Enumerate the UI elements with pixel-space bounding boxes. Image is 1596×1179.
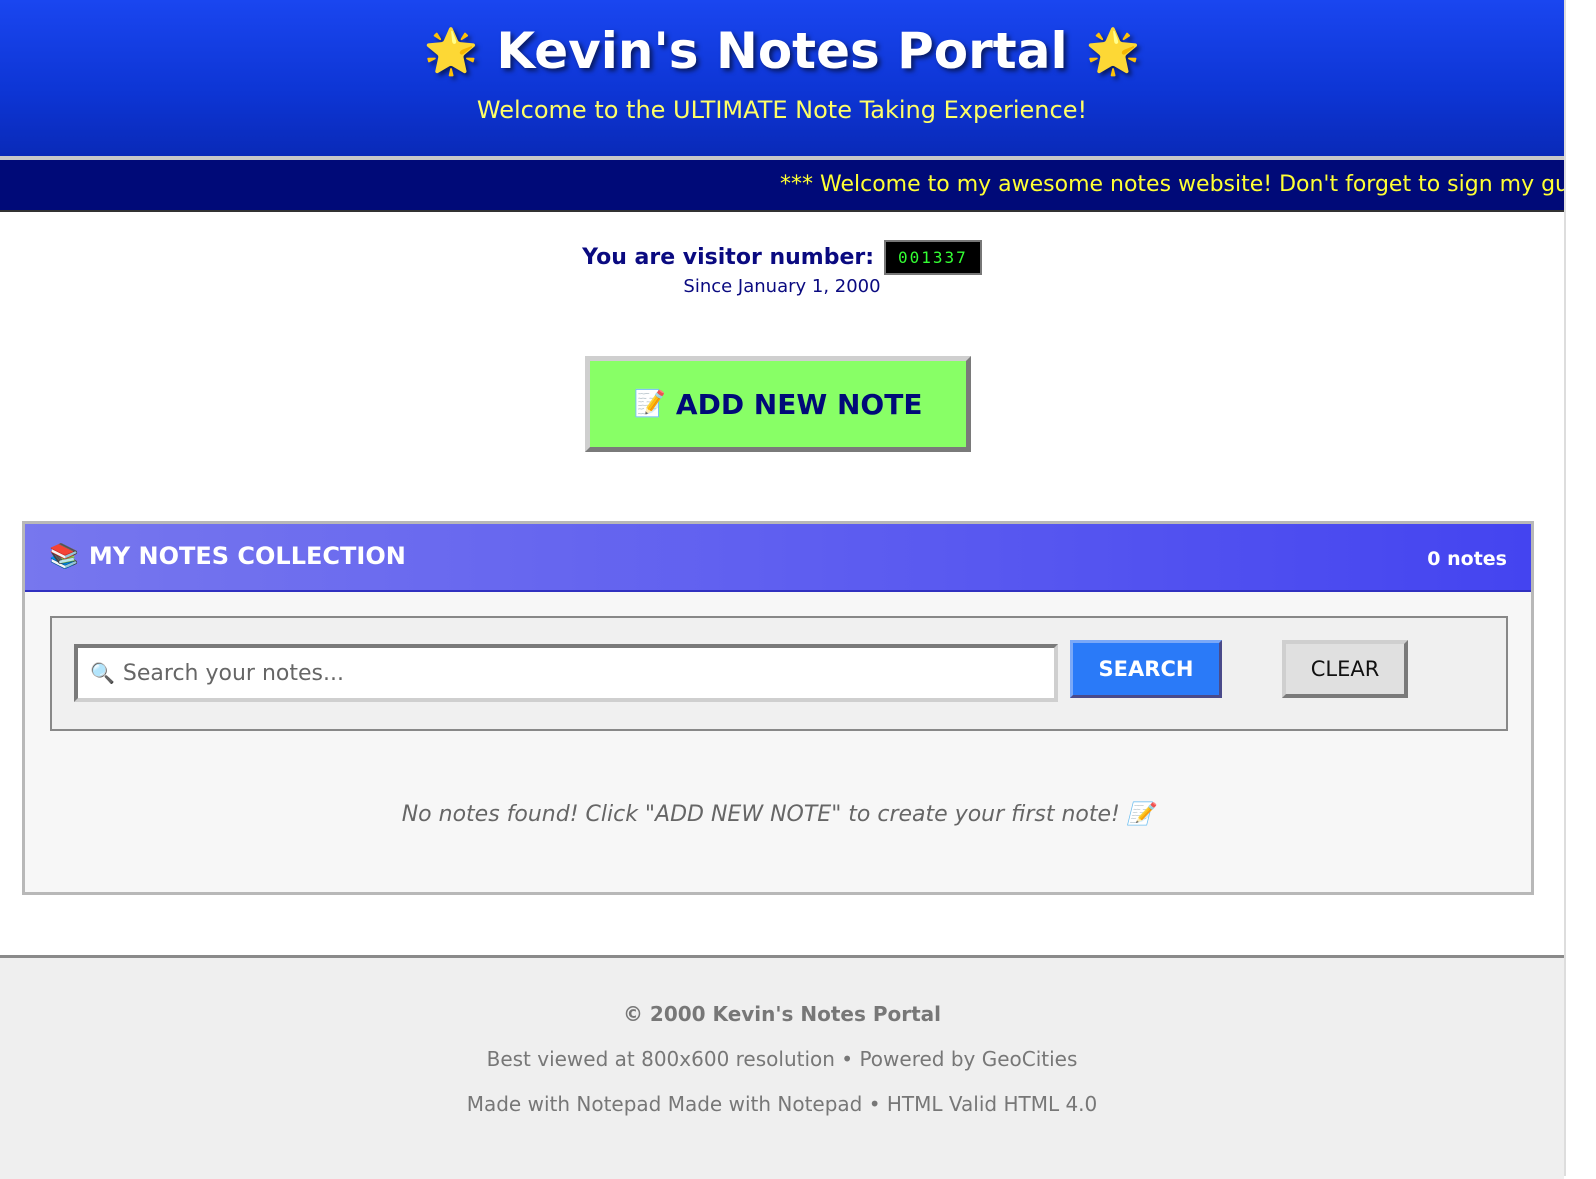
search-button[interactable]: SEARCH	[1070, 640, 1222, 698]
memo-icon: 📝	[633, 389, 666, 419]
notes-count: 0 notes	[1427, 548, 1507, 570]
notes-panel-title-text: MY NOTES COLLECTION	[88, 542, 406, 570]
notes-panel: 📚 MY NOTES COLLECTION 0 notes 🔍 SEARCH C…	[22, 521, 1534, 895]
site-footer: © 2000 Kevin's Notes Portal Best viewed …	[0, 955, 1564, 1179]
page-right-edge	[1564, 0, 1596, 1176]
search-field[interactable]: 🔍	[74, 644, 1058, 702]
star-icon: 🌟	[423, 26, 479, 77]
add-new-note-button[interactable]: 📝 ADD NEW NOTE	[585, 356, 971, 452]
notes-panel-header: 📚 MY NOTES COLLECTION 0 notes	[25, 524, 1531, 592]
visitor-since: Since January 1, 2000	[683, 276, 881, 297]
empty-notes-message: No notes found! Click "ADD NEW NOTE" to …	[401, 802, 1155, 827]
search-icon: 🔍	[90, 661, 115, 685]
notes-panel-title: 📚 MY NOTES COLLECTION	[49, 542, 406, 570]
marquee-text: *** Welcome to my awesome notes website!…	[780, 172, 1564, 197]
search-input[interactable]	[120, 659, 1025, 687]
site-title: 🌟 Kevin's Notes Portal 🌟	[0, 22, 1564, 80]
site-title-text: Kevin's Notes Portal	[496, 22, 1068, 80]
search-box: 🔍 SEARCH CLEAR	[50, 616, 1508, 731]
footer-copyright: © 2000 Kevin's Notes Portal	[622, 1002, 942, 1026]
books-icon: 📚	[49, 542, 79, 570]
visitor-label: You are visitor number:	[582, 245, 875, 270]
star-icon: 🌟	[1085, 26, 1141, 77]
visitor-counter-row: You are visitor number: 001337	[0, 240, 1564, 275]
footer-made-with: Made with Notepad Made with Notepad • HT…	[466, 1092, 1098, 1116]
site-header: 🌟 Kevin's Notes Portal 🌟 Welcome to the …	[0, 0, 1564, 156]
footer-resolution-note: Best viewed at 800x600 resolution • Powe…	[486, 1047, 1078, 1071]
clear-button[interactable]: CLEAR	[1282, 640, 1408, 698]
marquee-banner: *** Welcome to my awesome notes website!…	[0, 160, 1564, 212]
add-new-note-label: ADD NEW NOTE	[675, 387, 923, 421]
visitor-counter: 001337	[884, 240, 982, 275]
site-subtitle: Welcome to the ULTIMATE Note Taking Expe…	[476, 96, 1088, 124]
